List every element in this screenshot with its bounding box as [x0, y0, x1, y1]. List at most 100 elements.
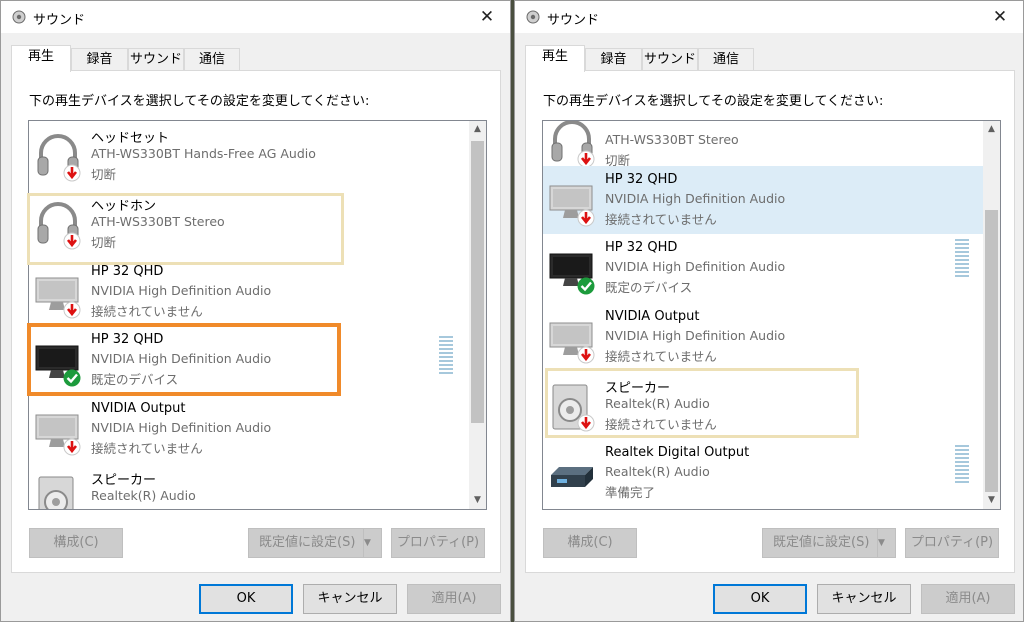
window-title: サウンド [33, 13, 86, 28]
configure-button[interactable]: 構成(C) [543, 528, 637, 558]
device-name: NVIDIA Output [605, 309, 700, 324]
scrollbar[interactable]: ▲ ▼ [469, 121, 486, 509]
device-list-item[interactable]: HP 32 QHD NVIDIA High Definition Audio 既定の… [543, 234, 983, 302]
device-name: スピーカー [605, 381, 671, 396]
ok-button[interactable]: OK [199, 584, 293, 614]
device-driver: NVIDIA High Definition Audio [605, 328, 786, 343]
device-name: HP 32 QHD [91, 332, 164, 347]
device-list-item[interactable]: スピーカー Realtek(R) Audio [29, 463, 469, 509]
close-icon[interactable]: ✕ [464, 1, 510, 33]
device-status: 切断 [91, 235, 117, 250]
apply-button[interactable]: 適用(A) [921, 584, 1015, 614]
device-name: HP 32 QHD [605, 240, 678, 255]
device-driver: NVIDIA High Definition Audio [91, 351, 272, 366]
set-default-label: 既定値に設定(S) [259, 535, 356, 550]
title-bar: サウンド ✕ [515, 1, 1023, 33]
properties-button[interactable]: プロパティ(P) [905, 528, 999, 558]
device-driver: ATH-WS330BT Hands-Free AG Audio [91, 146, 316, 161]
tab-recording[interactable]: 録音 [585, 48, 642, 71]
tab-panel: 下の再生デバイスを選択してその設定を変更してください: ヘッドセット ATH-WS… [11, 70, 501, 573]
device-list-item[interactable]: NVIDIA Output NVIDIA High Definition Audi… [543, 303, 983, 371]
device-list-item[interactable]: HP 32 QHD NVIDIA High Definition Audio 接続さ… [543, 166, 983, 234]
sound-dialog-left: サウンド ✕ 再生 録音 サウンド 通信 下の再生デバイスを選択してその設定を変… [0, 0, 511, 622]
device-status: 接続されていません [91, 441, 203, 456]
device-driver: Realtek(R) Audio [605, 464, 710, 479]
chevron-down-icon[interactable]: ▼ [363, 529, 381, 557]
red-down-arrow-icon [63, 232, 81, 250]
device-driver: Realtek(R) Audio [91, 488, 196, 503]
tab-playback[interactable]: 再生 [525, 45, 585, 72]
tab-communications[interactable]: 通信 [698, 48, 754, 71]
cancel-button[interactable]: キャンセル [303, 584, 397, 614]
monitor-dark-icon [35, 336, 81, 387]
speaker-icon [35, 473, 81, 509]
red-down-arrow-icon [577, 209, 595, 227]
scroll-down-arrow-icon[interactable]: ▼ [983, 492, 1000, 509]
tab-sounds[interactable]: サウンド [128, 48, 184, 71]
tab-panel: 下の再生デバイスを選択してその設定を変更してください: ATH-WS330BT … [525, 70, 1015, 573]
device-status: 既定のデバイス [91, 372, 179, 387]
device-list-item[interactable]: HP 32 QHD NVIDIA High Definition Audio 既定の… [29, 326, 469, 394]
monitor-icon [35, 268, 81, 319]
apply-button[interactable]: 適用(A) [407, 584, 501, 614]
sound-dialog-right: サウンド ✕ 再生 録音 サウンド 通信 下の再生デバイスを選択してその設定を変… [514, 0, 1024, 622]
headphones-icon [35, 199, 81, 250]
device-status: 既定のデバイス [605, 280, 693, 295]
device-driver: NVIDIA High Definition Audio [91, 420, 272, 435]
volume-meter [439, 336, 453, 378]
device-list-item[interactable]: ヘッドセット ATH-WS330BT Hands-Free AG Audio 切断 [29, 121, 469, 189]
chevron-down-icon[interactable]: ▼ [877, 529, 895, 557]
properties-button[interactable]: プロパティ(P) [391, 528, 485, 558]
scrollbar[interactable]: ▲ ▼ [983, 121, 1000, 509]
close-icon[interactable]: ✕ [977, 1, 1023, 33]
tab-sounds[interactable]: サウンド [642, 48, 698, 71]
instruction-text: 下の再生デバイスを選択してその設定を変更してください: [543, 94, 884, 109]
ok-button[interactable]: OK [713, 584, 807, 614]
scroll-up-arrow-icon[interactable]: ▲ [983, 121, 1000, 138]
set-default-button[interactable]: 既定値に設定(S) ▼ [248, 528, 382, 558]
tab-playback[interactable]: 再生 [11, 45, 71, 72]
red-down-arrow-icon [63, 164, 81, 182]
scroll-thumb[interactable] [471, 141, 484, 423]
monitor-icon [35, 405, 81, 456]
set-default-button[interactable]: 既定値に設定(S) ▼ [762, 528, 896, 558]
tab-communications[interactable]: 通信 [184, 48, 240, 71]
device-driver: NVIDIA High Definition Audio [605, 259, 786, 274]
device-list-item[interactable]: Realtek Digital Output Realtek(R) Audio 準備… [543, 439, 983, 507]
device-list-item[interactable]: スピーカー Realtek(R) Audio 接続されていません [543, 371, 983, 439]
green-check-icon [577, 277, 595, 295]
volume-meter [955, 445, 969, 487]
device-status: 接続されていません [605, 212, 717, 227]
red-down-arrow-icon [63, 438, 81, 456]
device-list-item[interactable]: NVIDIA Output NVIDIA High Definition Audi… [29, 395, 469, 463]
monitor-dark-icon [549, 244, 595, 295]
device-name: ヘッドセット [91, 131, 170, 146]
device-driver: NVIDIA High Definition Audio [605, 191, 786, 206]
scroll-up-arrow-icon[interactable]: ▲ [469, 121, 486, 138]
device-list-item[interactable]: ヘッドホン ATH-WS330BT Stereo 切断 [29, 189, 469, 257]
device-name: HP 32 QHD [605, 172, 678, 187]
green-check-icon [63, 369, 81, 387]
tab-recording[interactable]: 録音 [71, 48, 128, 71]
device-name: ヘッドホン [91, 199, 157, 214]
headphones-icon [35, 131, 81, 182]
speaker-app-icon [526, 10, 540, 24]
device-list-item[interactable]: HP 32 QHD NVIDIA High Definition Audio 接続さ… [29, 258, 469, 326]
configure-button[interactable]: 構成(C) [29, 528, 123, 558]
cancel-button[interactable]: キャンセル [817, 584, 911, 614]
device-status: 切断 [91, 167, 117, 182]
volume-meter [955, 239, 969, 281]
device-driver: Realtek(R) Audio [605, 396, 710, 411]
scroll-down-arrow-icon[interactable]: ▼ [469, 492, 486, 509]
red-down-arrow-icon [63, 301, 81, 319]
scroll-thumb[interactable] [985, 210, 998, 492]
digital-output-icon [549, 449, 595, 499]
device-driver: ATH-WS330BT Stereo [605, 132, 739, 147]
window-title: サウンド [547, 13, 600, 28]
instruction-text: 下の再生デバイスを選択してその設定を変更してください: [29, 94, 370, 109]
red-down-arrow-icon [577, 414, 595, 432]
monitor-icon [549, 313, 595, 364]
device-status: 接続されていません [605, 417, 717, 432]
speaker-icon [549, 381, 595, 432]
monitor-icon [549, 176, 595, 227]
